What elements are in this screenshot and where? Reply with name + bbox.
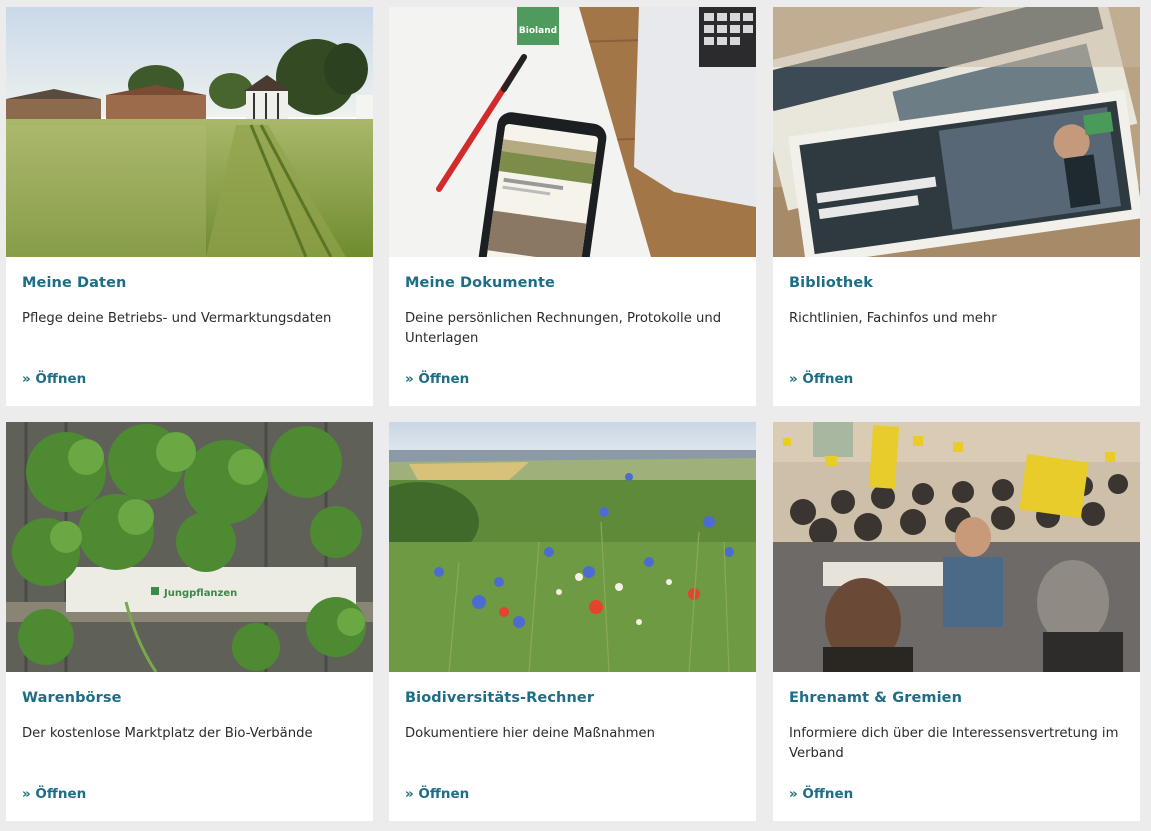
open-link[interactable]: » Öffnen (405, 786, 469, 802)
card-title: Bibliothek (789, 275, 874, 291)
wildflower-meadow-image (389, 422, 756, 672)
card-bibliothek[interactable]: Bibliothek Richtlinien, Fachinfos und me… (773, 7, 1140, 406)
open-link[interactable]: » Öffnen (22, 371, 86, 387)
magazines-image (773, 7, 1140, 257)
plant-tray-image: Jungpflanzen (6, 422, 373, 672)
bioland-logo-text: Bioland (519, 26, 557, 36)
assembly-voting-image (773, 422, 1140, 672)
card-meine-dokumente[interactable]: Bioland Meine Dokumente Deine persönlich… (389, 7, 756, 406)
card-title: Warenbörse (22, 690, 122, 706)
open-link[interactable]: » Öffnen (405, 371, 469, 387)
card-title: Meine Daten (22, 275, 127, 291)
dashboard-card-grid: Meine Daten Pflege deine Betriebs- und V… (0, 0, 1151, 831)
card-description: Der kostenlose Marktplatz der Bio-Verbän… (22, 726, 313, 741)
card-biodiversitaets-rechner[interactable]: Biodiversitäts-Rechner Dokumentiere hier… (389, 422, 756, 821)
documents-phone-laptop-image: Bioland (389, 7, 756, 257)
card-description: Pflege deine Betriebs- und Vermarktungsd… (22, 311, 332, 326)
tray-label-text: Jungpflanzen (163, 588, 237, 599)
open-link[interactable]: » Öffnen (789, 371, 853, 387)
card-title: Biodiversitäts-Rechner (405, 690, 595, 706)
card-meine-daten[interactable]: Meine Daten Pflege deine Betriebs- und V… (6, 7, 373, 406)
card-description: Dokumentiere hier deine Maßnahmen (405, 726, 655, 741)
card-title: Meine Dokumente (405, 275, 555, 291)
open-link[interactable]: » Öffnen (22, 786, 86, 802)
farm-field-image (6, 7, 373, 257)
card-ehrenamt-gremien[interactable]: Ehrenamt & Gremien Informiere dich über … (773, 422, 1140, 821)
card-description: Informiere dich über die Interessensvert… (789, 726, 1119, 761)
card-title: Ehrenamt & Gremien (789, 690, 963, 706)
card-description: Richtlinien, Fachinfos und mehr (789, 311, 997, 326)
card-description: Deine persönlichen Rechnungen, Protokoll… (405, 311, 722, 346)
card-warenboerse[interactable]: Jungpflanzen Warenbörse Der kostenlose M… (6, 422, 373, 821)
open-link[interactable]: » Öffnen (789, 786, 853, 802)
